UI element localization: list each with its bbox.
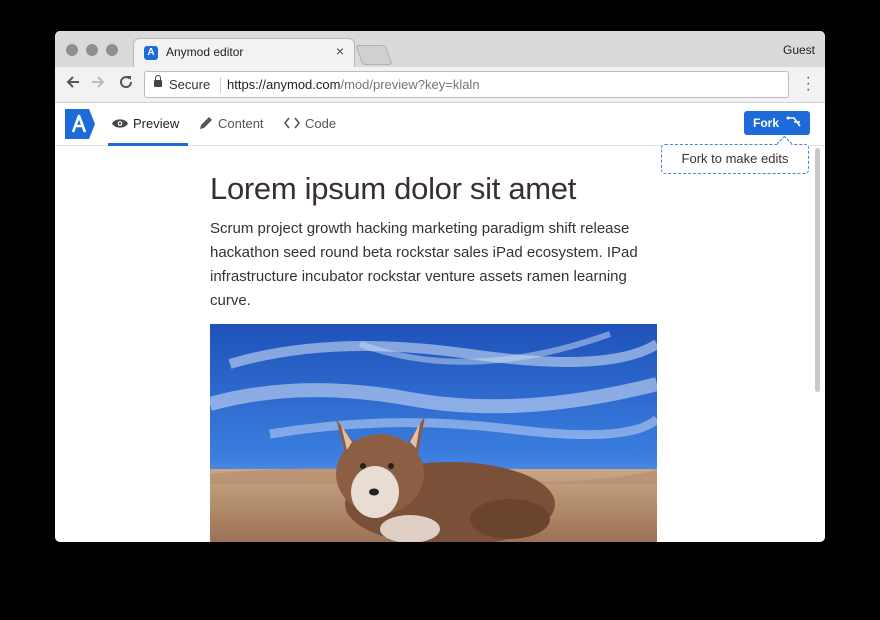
fork-button-label: Fork: [753, 116, 780, 130]
article-title: Lorem ipsum dolor sit amet: [210, 171, 577, 206]
tab-content[interactable]: Content: [199, 116, 264, 131]
anymod-logo-icon[interactable]: [65, 109, 95, 139]
url-scheme: https://: [227, 77, 267, 92]
tab-code[interactable]: Code: [283, 116, 337, 131]
tab-code-label: Code: [305, 116, 337, 131]
tab-content-label: Content: [218, 116, 264, 131]
fork-icon: [786, 111, 802, 135]
favicon-icon: A: [144, 46, 158, 60]
close-window-button[interactable]: [66, 44, 78, 56]
url-path: /mod/preview?key=klaln: [340, 77, 480, 92]
back-arrow-icon[interactable]: [65, 74, 81, 95]
reload-icon[interactable]: [118, 74, 134, 95]
tab-preview-label: Preview: [133, 116, 180, 131]
maximize-window-button[interactable]: [106, 44, 118, 56]
active-tab-indicator: [108, 143, 188, 146]
url-text[interactable]: https://anymod.com/mod/preview?key=klaln: [227, 77, 480, 92]
code-icon: [283, 116, 301, 131]
browser-toolbar: Secure https://anymod.com/mod/preview?ke…: [55, 67, 825, 103]
lock-icon: [154, 75, 162, 87]
forward-arrow-icon[interactable]: [90, 74, 106, 95]
scrollbar[interactable]: [815, 148, 820, 392]
article-body: Scrum project growth hacking marketing p…: [210, 220, 638, 309]
app-navbar: Preview Content Code Fork: [55, 103, 825, 146]
tab-preview[interactable]: Preview: [112, 116, 179, 131]
pencil-icon: [199, 116, 213, 131]
eye-icon: [112, 116, 128, 131]
article: Lorem ipsum dolor sit amet Scrum project…: [210, 171, 660, 313]
secure-label: Secure: [169, 77, 211, 92]
minimize-window-button[interactable]: [86, 44, 98, 56]
tab-title: Anymod editor: [166, 45, 244, 59]
browser-window: A Anymod editor × Guest Secure https://a…: [55, 31, 825, 542]
new-tab-button[interactable]: [355, 45, 393, 65]
address-bar[interactable]: Secure https://anymod.com/mod/preview?ke…: [144, 71, 789, 98]
tab-strip: A Anymod editor × Guest: [55, 31, 825, 67]
corgi-beach-photo: [210, 324, 657, 542]
tab-close-icon[interactable]: ×: [336, 43, 344, 59]
fork-tooltip: Fork to make edits: [661, 144, 809, 174]
url-host: anymod.com: [266, 77, 341, 92]
fork-button[interactable]: Fork: [744, 111, 810, 135]
profile-label[interactable]: Guest: [783, 43, 815, 57]
kebab-menu-icon[interactable]: · · ·: [806, 70, 811, 98]
browser-tab[interactable]: A Anymod editor ×: [133, 38, 355, 67]
address-divider: [220, 77, 221, 93]
